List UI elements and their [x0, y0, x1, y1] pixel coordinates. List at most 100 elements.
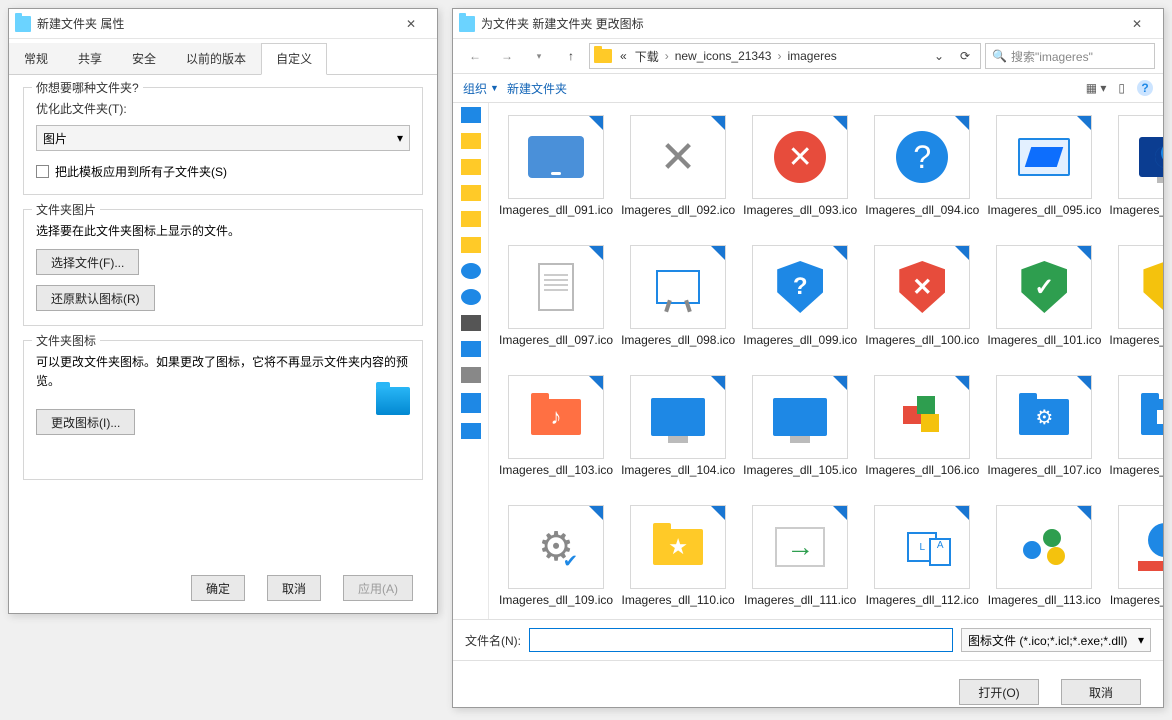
properties-titlebar[interactable]: 新建文件夹 属性 ✕ [9, 9, 437, 39]
sidebar-item[interactable] [461, 159, 481, 175]
close-icon[interactable]: ✕ [1117, 10, 1157, 38]
help-icon[interactable]: ? [1137, 80, 1153, 96]
sidebar-item[interactable] [461, 185, 481, 201]
open-button[interactable]: 打开(O) [959, 679, 1039, 705]
icon-item[interactable]: Imageres_dll_108.ico [1107, 371, 1163, 497]
icon-item[interactable]: ⚙✔Imageres_dll_109.ico [497, 501, 615, 619]
filename-input[interactable] [529, 628, 953, 652]
sidebar-item[interactable] [461, 237, 481, 253]
sidebar-item[interactable] [461, 341, 481, 357]
picker-footer: 打开(O) 取消 [453, 660, 1163, 713]
recent-dropdown[interactable]: ▾ [525, 42, 553, 70]
up-button[interactable]: ↑ [557, 42, 585, 70]
cancel-button[interactable]: 取消 [267, 575, 321, 601]
icon-item[interactable]: ★Imageres_dll_110.ico [619, 501, 737, 619]
tab-sharing[interactable]: 共享 [63, 43, 117, 74]
icon-item[interactable]: Imageres_dll_114.ico [1107, 501, 1163, 619]
breadcrumb-item[interactable]: imageres [785, 47, 838, 65]
new-folder-button[interactable]: 新建文件夹 [507, 80, 567, 97]
icon-thumbnail: ♪ [508, 375, 604, 459]
choose-file-button[interactable]: 选择文件(F)... [36, 249, 139, 275]
sidebar-item[interactable] [461, 211, 481, 227]
sidebar-item[interactable] [461, 263, 481, 279]
shortcut-overlay-icon [955, 506, 969, 520]
shortcut-overlay-icon [589, 376, 603, 390]
picker-titlebar[interactable]: 为文件夹 新建文件夹 更改图标 ✕ [453, 9, 1163, 39]
breadcrumb-item[interactable]: 下载 [633, 46, 661, 67]
icon-label: Imageres_dll_103.ico [499, 463, 613, 493]
properties-title: 新建文件夹 属性 [37, 15, 391, 32]
icon-item[interactable]: Imageres_dll_106.ico [863, 371, 981, 497]
sidebar-item[interactable] [461, 107, 481, 123]
icon-item[interactable]: ⚙Imageres_dll_107.ico [985, 371, 1103, 497]
sidebar-item[interactable] [461, 133, 481, 149]
restore-default-button[interactable]: 还原默认图标(R) [36, 285, 155, 311]
change-icon-button[interactable]: 更改图标(I)... [36, 409, 135, 435]
icon-label: Imageres_dll_105.ico [743, 463, 857, 493]
tab-security[interactable]: 安全 [117, 43, 171, 74]
address-dropdown[interactable]: ⌄ [928, 49, 950, 63]
chevron-right-icon: › [777, 49, 781, 63]
refresh-icon[interactable]: ⟳ [954, 49, 976, 63]
sidebar-item[interactable] [461, 393, 481, 413]
filetype-select[interactable]: 图标文件 (*.ico;*.icl;*.exe;*.dll) ▾ [961, 628, 1151, 652]
organize-menu[interactable]: 组织▼ [463, 80, 499, 97]
shortcut-overlay-icon [955, 246, 969, 260]
icon-item[interactable]: LAImageres_dll_112.ico [863, 501, 981, 619]
sidebar-item[interactable] [461, 423, 481, 439]
icon-label: Imageres_dll_114.ico [1109, 593, 1163, 619]
shortcut-overlay-icon [711, 506, 725, 520]
icon-item[interactable]: ✕Imageres_dll_092.ico [619, 111, 737, 237]
icon-item[interactable]: ?Imageres_dll_099.ico [741, 241, 859, 367]
ok-button[interactable]: 确定 [191, 575, 245, 601]
sidebar-item[interactable] [461, 367, 481, 383]
icon-item[interactable]: Imageres_dll_104.ico [619, 371, 737, 497]
icon-label: Imageres_dll_109.ico [499, 593, 613, 619]
group-legend: 文件夹图标 [32, 332, 100, 349]
icon-item[interactable]: Imageres_dll_097.ico [497, 241, 615, 367]
tab-general[interactable]: 常规 [9, 43, 63, 74]
shortcut-overlay-icon [1077, 116, 1091, 130]
sidebar-item[interactable] [461, 289, 481, 305]
icon-label: Imageres_dll_096.ico [1109, 203, 1163, 233]
apply-button[interactable]: 应用(A) [343, 575, 413, 601]
icon-item[interactable]: →Imageres_dll_111.ico [741, 501, 859, 619]
tab-previous[interactable]: 以前的版本 [171, 43, 261, 74]
preview-pane-button[interactable]: ▯ [1118, 81, 1125, 95]
sidebar-item[interactable] [461, 315, 481, 331]
chevron-right-icon: › [665, 49, 669, 63]
address-bar[interactable]: « 下载 › new_icons_21343 › imageres ⌄ ⟳ [589, 43, 981, 69]
tab-customize[interactable]: 自定义 [261, 43, 327, 75]
icon-item[interactable]: ♪ Imageres_dll_103.ico [497, 371, 615, 497]
icon-item[interactable]: ✓Imageres_dll_101.ico [985, 241, 1103, 367]
search-icon: 🔍 [992, 49, 1007, 63]
group-legend: 文件夹图片 [32, 201, 100, 218]
icon-thumbnail: ✕ [752, 115, 848, 199]
cancel-button[interactable]: 取消 [1061, 679, 1141, 705]
apply-subfolders-checkbox[interactable]: 把此模板应用到所有子文件夹(S) [36, 163, 410, 180]
icon-item[interactable]: ✕Imageres_dll_100.ico [863, 241, 981, 367]
icon-pane[interactable]: Imageres_dll_091.ico✕Imageres_dll_092.ic… [489, 103, 1163, 619]
icon-item[interactable]: Imageres_dll_098.ico [619, 241, 737, 367]
search-input[interactable]: 🔍 搜索"imageres" [985, 43, 1155, 69]
shortcut-overlay-icon [955, 116, 969, 130]
icon-grid: Imageres_dll_091.ico✕Imageres_dll_092.ic… [497, 111, 1155, 619]
icon-label: Imageres_dll_099.ico [743, 333, 857, 363]
icon-item[interactable]: Imageres_dll_095.ico [985, 111, 1103, 237]
icon-item[interactable]: ✕Imageres_dll_093.ico [741, 111, 859, 237]
close-icon[interactable]: ✕ [391, 10, 431, 38]
view-options-button[interactable]: ▦ ▾ [1086, 81, 1107, 95]
icon-item[interactable]: Imageres_dll_105.ico [741, 371, 859, 497]
icon-item[interactable]: Imageres_dll_091.ico [497, 111, 615, 237]
properties-body: 你想要哪种文件夹? 优化此文件夹(T): 图片 ▾ 把此模板应用到所有子文件夹(… [9, 75, 437, 506]
optimize-select[interactable]: 图片 ▾ [36, 125, 410, 151]
icon-item[interactable]: !Imageres_dll_102.ico [1107, 241, 1163, 367]
breadcrumb-prefix[interactable]: « [618, 47, 629, 65]
back-button[interactable]: ← [461, 42, 489, 70]
icon-item[interactable]: Imageres_dll_096.ico [1107, 111, 1163, 237]
forward-button[interactable]: → [493, 42, 521, 70]
breadcrumb-item[interactable]: new_icons_21343 [673, 47, 774, 65]
icon-item[interactable]: ?Imageres_dll_094.ico [863, 111, 981, 237]
icon-item[interactable]: Imageres_dll_113.ico [985, 501, 1103, 619]
optimize-value: 图片 [43, 130, 67, 147]
